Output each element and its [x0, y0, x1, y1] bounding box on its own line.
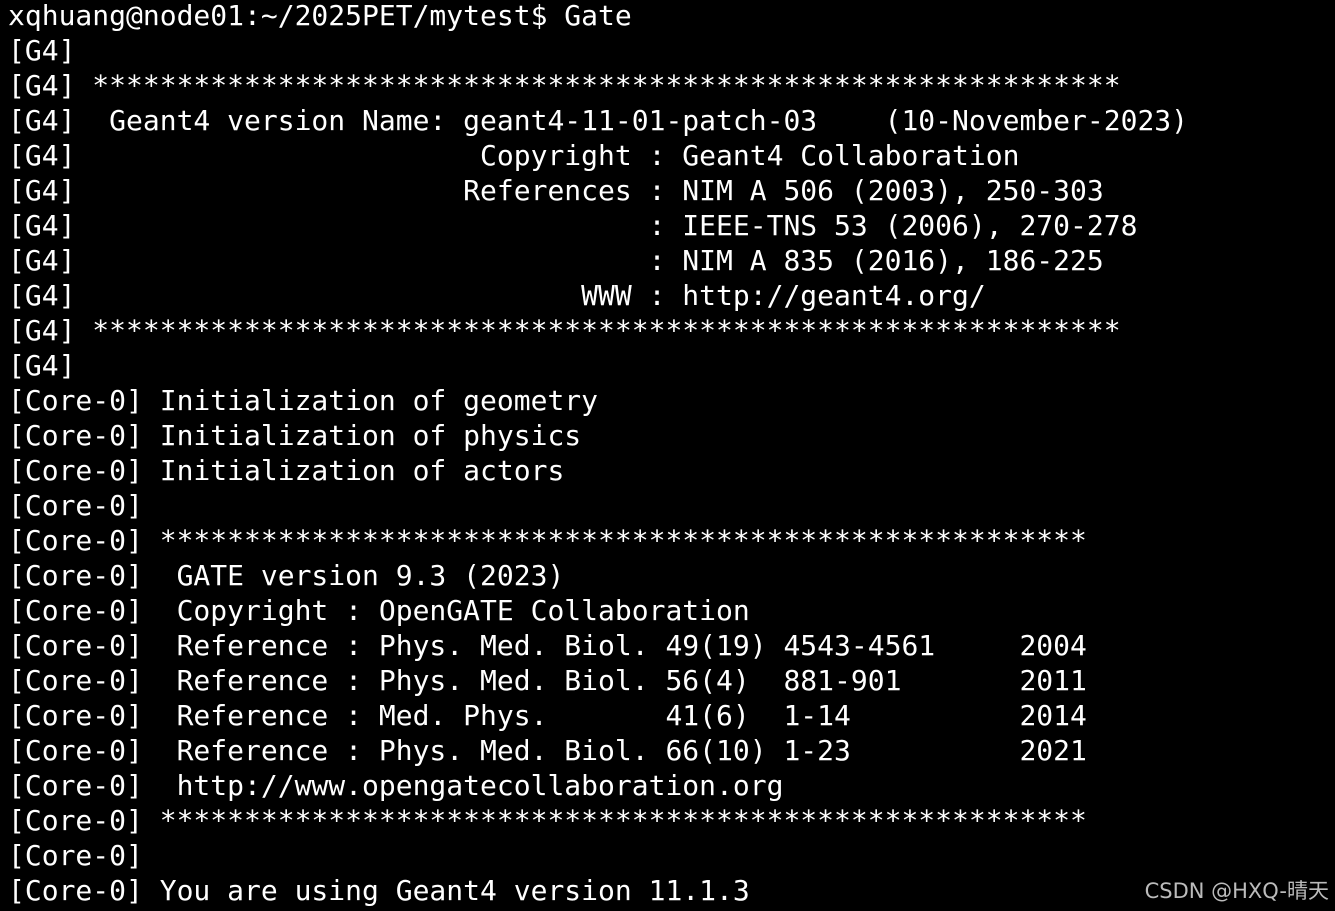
watermark: CSDN @HXQ-晴天 — [1144, 879, 1329, 903]
terminal-output[interactable]: xqhuang@node01:~/2025PET/mytest$ Gate [G… — [0, 0, 1335, 911]
terminal-line: [Core-0] Initialization of geometry — [8, 384, 599, 417]
terminal-line: [Core-0] Copyright : OpenGATE Collaborat… — [8, 594, 750, 627]
prompt-line: xqhuang@node01:~/2025PET/mytest$ Gate — [8, 0, 632, 32]
terminal-line: [Core-0] Reference : Phys. Med. Biol. 66… — [8, 734, 1087, 767]
terminal-line: [Core-0] *******************************… — [8, 804, 1087, 837]
terminal-line: [Core-0] Reference : Phys. Med. Biol. 49… — [8, 629, 1087, 662]
terminal-line: [Core-0] Initialization of physics — [8, 419, 582, 452]
terminal-line: [G4] WWW : http://geant4.org/ — [8, 279, 986, 312]
terminal-line: [G4] ***********************************… — [8, 69, 1121, 102]
terminal-line: [Core-0] Reference : Phys. Med. Biol. 56… — [8, 664, 1087, 697]
terminal-line: [Core-0] — [8, 839, 143, 872]
terminal-line: [G4] : IEEE-TNS 53 (2006), 270-278 — [8, 209, 1138, 242]
terminal-line: [G4] Copyright : Geant4 Collaboration — [8, 139, 1020, 172]
terminal-line: [Core-0] You are using Geant4 version 11… — [8, 874, 750, 907]
terminal-line: [G4] References : NIM A 506 (2003), 250-… — [8, 174, 1104, 207]
terminal-line: [Core-0] Initialization of actors — [8, 454, 565, 487]
terminal-line: [G4] ***********************************… — [8, 314, 1121, 347]
terminal-line: [Core-0] — [8, 489, 143, 522]
terminal-line: [Core-0] Reference : Med. Phys. 41(6) 1-… — [8, 699, 1087, 732]
terminal-line: [G4] : NIM A 835 (2016), 186-225 — [8, 244, 1104, 277]
terminal-line: [G4] — [8, 34, 76, 67]
terminal-line: [G4] Geant4 version Name: geant4-11-01-p… — [8, 104, 1189, 137]
terminal-line: [Core-0] GATE version 9.3 (2023) — [8, 559, 565, 592]
terminal-line: [G4] — [8, 349, 76, 382]
terminal-line: [Core-0] http://www.opengatecollaboratio… — [8, 769, 784, 802]
terminal-line: [Core-0] *******************************… — [8, 524, 1087, 557]
